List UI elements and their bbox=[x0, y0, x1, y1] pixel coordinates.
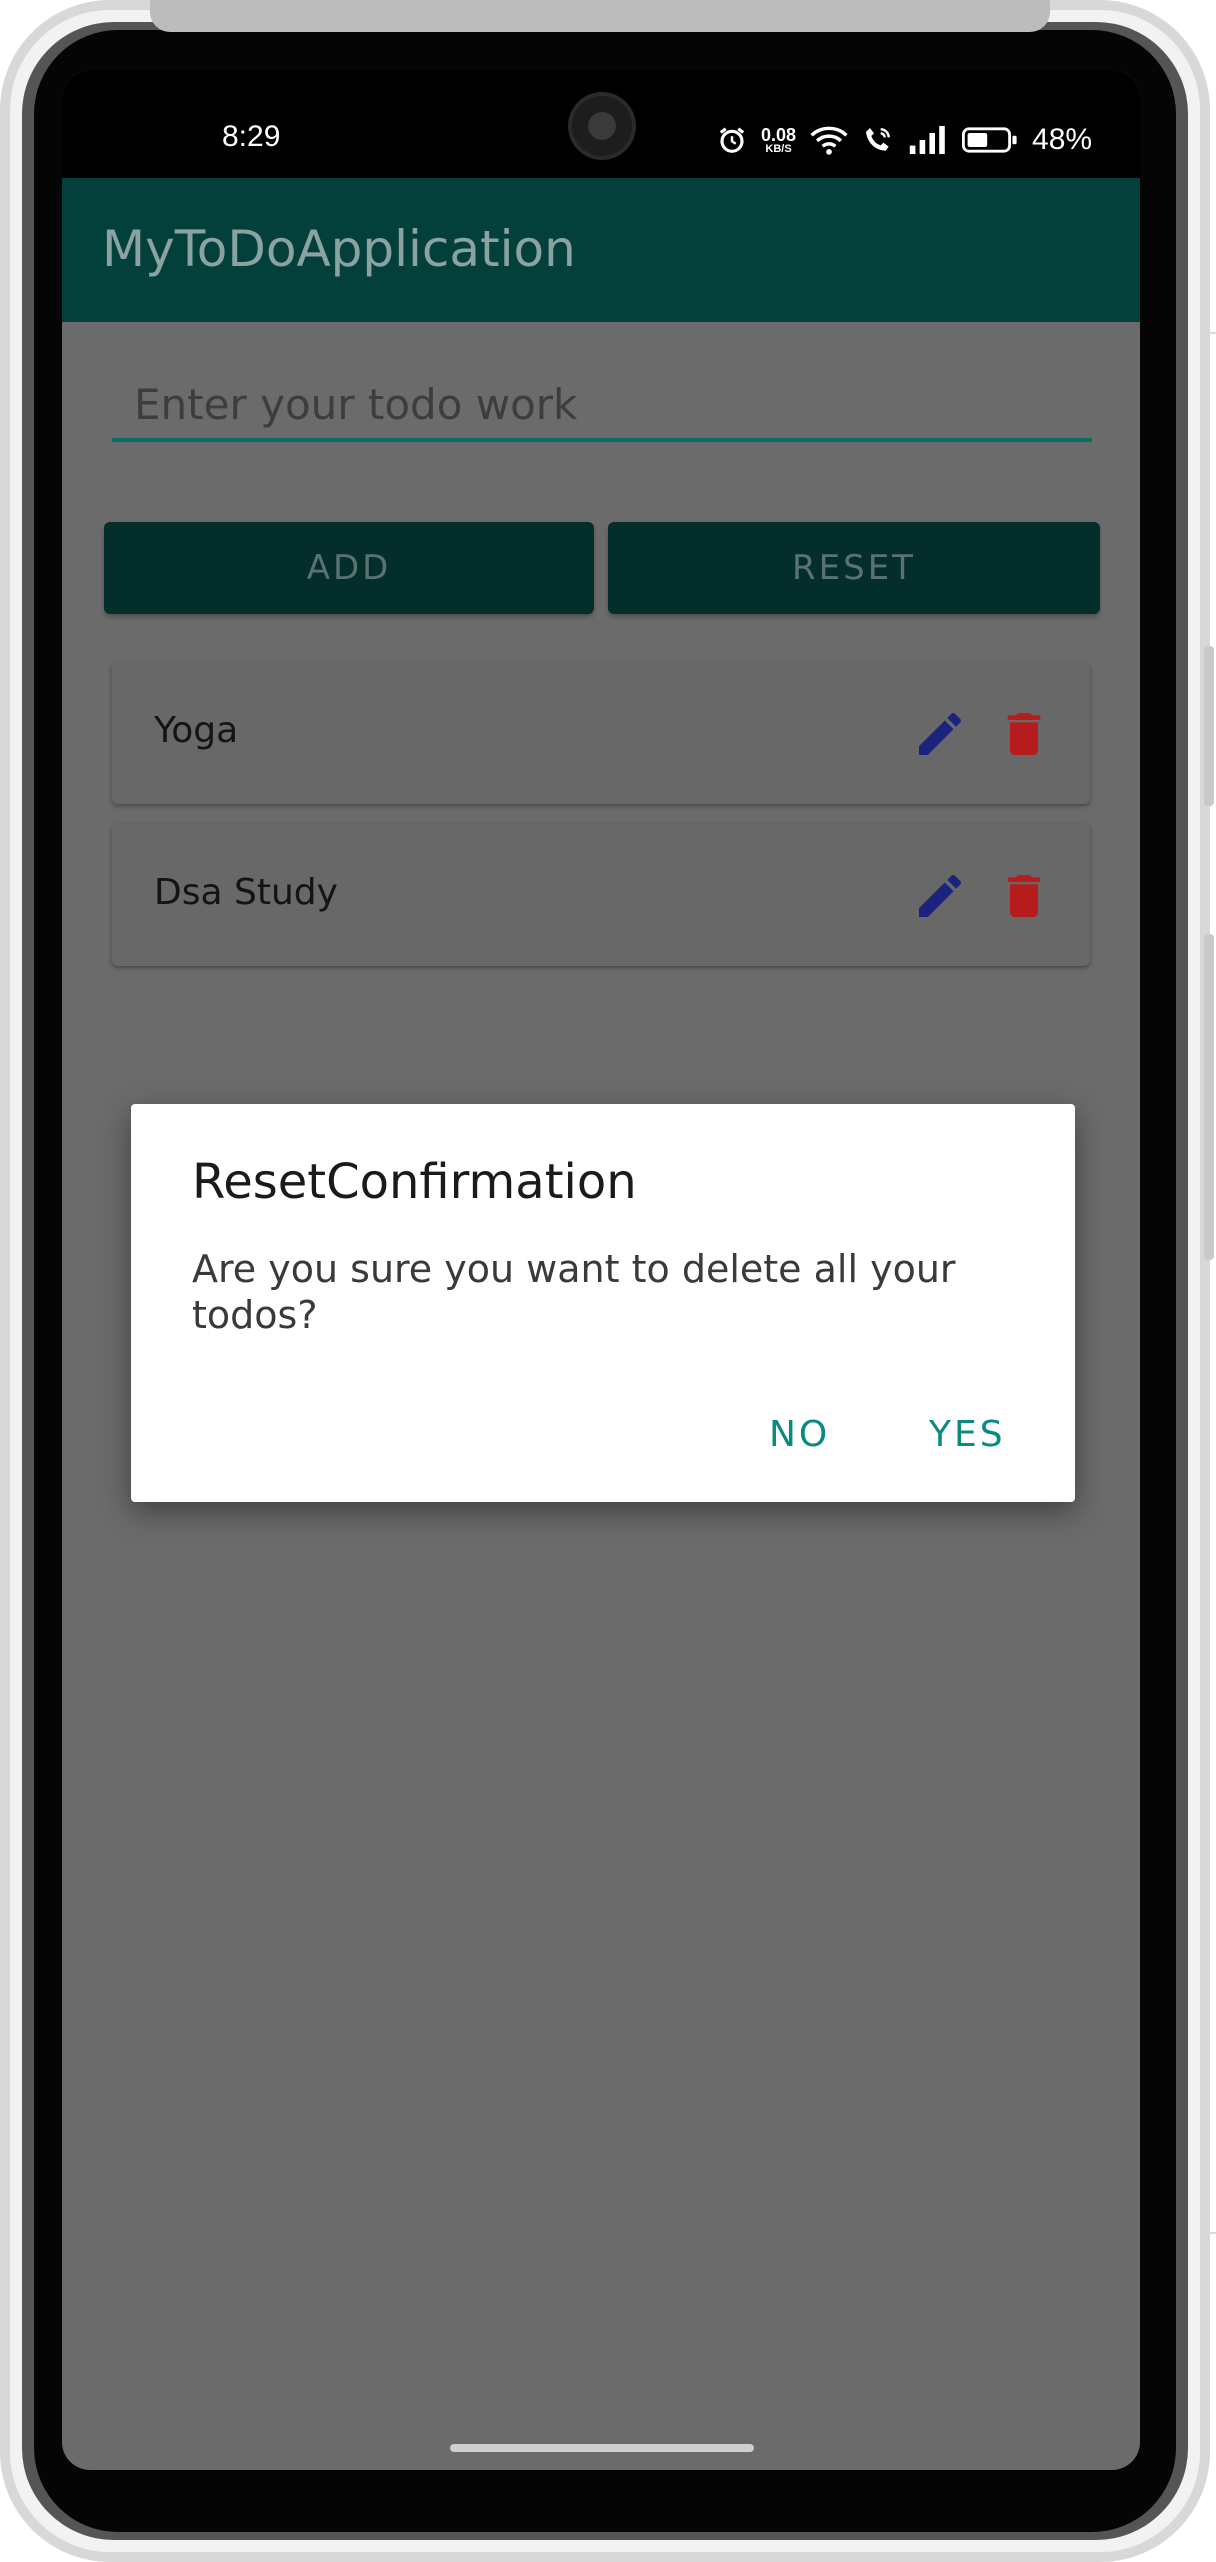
dialog-no-button[interactable]: NO bbox=[759, 1410, 840, 1459]
front-camera bbox=[572, 96, 632, 156]
todo-input[interactable] bbox=[112, 370, 1092, 442]
battery-icon bbox=[962, 125, 1018, 155]
phone-screen: 8:29 0.08 KB/S 48% MyToDoApplication Ent… bbox=[62, 70, 1140, 2470]
reset-button[interactable]: RESET bbox=[608, 522, 1100, 614]
phone-top-edge bbox=[150, 0, 1050, 32]
app-bar: MyToDoApplication bbox=[62, 178, 1140, 322]
wifi-icon bbox=[810, 124, 848, 156]
network-speed-value: 0.08 bbox=[761, 124, 797, 145]
todo-item-text: Dsa Study bbox=[154, 872, 338, 913]
pencil-icon[interactable] bbox=[912, 706, 968, 762]
reset-confirmation-dialog: ResetConfirmation Are you sure you want … bbox=[131, 1104, 1075, 1502]
signal-bars-icon bbox=[908, 126, 948, 154]
todo-item-text: Yoga bbox=[154, 710, 239, 751]
wifi-calling-icon bbox=[862, 124, 894, 156]
todo-item: Yoga bbox=[112, 662, 1090, 804]
add-button[interactable]: ADD bbox=[104, 522, 594, 614]
battery-percent: 48% bbox=[1032, 123, 1093, 156]
dialog-title: ResetConfirmation bbox=[192, 1154, 637, 1210]
status-time: 8:29 bbox=[222, 120, 281, 153]
todo-item: Dsa Study bbox=[112, 824, 1090, 966]
trash-icon[interactable] bbox=[996, 706, 1052, 762]
status-bar: 8:29 0.08 KB/S 48% bbox=[62, 70, 1140, 178]
app-title: MyToDoApplication bbox=[102, 220, 576, 278]
network-speed-unit: KB/S bbox=[765, 142, 792, 155]
status-icons: 0.08 KB/S 48% bbox=[717, 118, 1092, 162]
dialog-yes-button[interactable]: YES bbox=[919, 1410, 1016, 1459]
power-button bbox=[1204, 934, 1214, 1260]
dialog-message: Are you sure you want to delete all your… bbox=[192, 1247, 956, 1337]
network-speed: 0.08 KB/S bbox=[761, 126, 796, 155]
alarm-icon bbox=[717, 125, 747, 155]
volume-button bbox=[1204, 646, 1214, 806]
trash-icon[interactable] bbox=[996, 868, 1052, 924]
pencil-icon[interactable] bbox=[912, 868, 968, 924]
home-indicator[interactable] bbox=[450, 2444, 754, 2452]
